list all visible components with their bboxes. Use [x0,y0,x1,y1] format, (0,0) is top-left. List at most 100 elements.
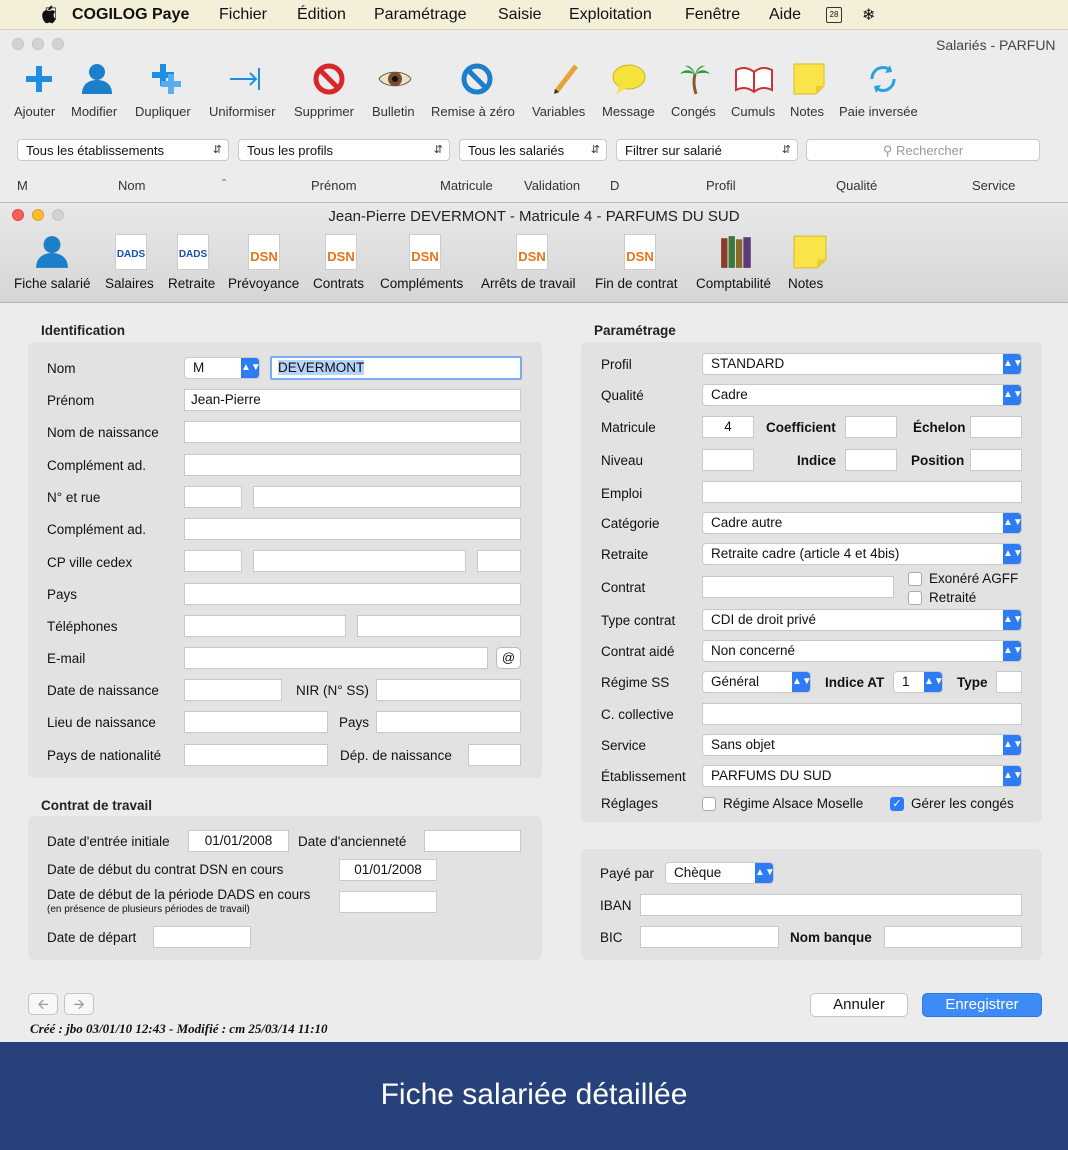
toolbar-remise[interactable]: Remise à zéro [431,104,515,119]
window-zoom-dot[interactable] [52,38,64,50]
col-prenom[interactable]: Prénom [311,178,357,193]
collective-input[interactable] [702,703,1022,725]
bic-input[interactable] [640,926,779,948]
tab-prevoyance[interactable]: Prévoyance [228,276,299,291]
service-select[interactable]: Sans objet ▲▼ [702,734,1022,756]
exonere-checkbox[interactable] [908,572,922,586]
employee-icon[interactable] [34,234,70,270]
toolbar-message[interactable]: Message [602,104,655,119]
message-icon[interactable] [612,62,646,96]
banque-input[interactable] [884,926,1022,948]
menu-fichier[interactable]: Fichier [219,6,267,24]
cp-input[interactable] [184,550,242,572]
menu-fenetre[interactable]: Fenêtre [685,6,740,24]
toolbar-cumuls[interactable]: Cumuls [731,104,775,119]
toolbar-conges[interactable]: Congés [671,104,716,119]
date-naissance-input[interactable] [184,679,282,701]
contrat-input[interactable] [702,576,894,598]
emploi-input[interactable] [702,481,1022,503]
apple-logo-icon[interactable] [40,5,56,24]
coefficient-input[interactable] [845,416,897,438]
type-input[interactable] [996,671,1022,693]
col-m[interactable]: M [17,178,28,193]
type-contrat-select[interactable]: CDI de droit privé ▲▼ [702,609,1022,631]
lieu-naissance-input[interactable] [184,711,328,733]
toolbar-paie-inversee[interactable]: Paie inversée [839,104,918,119]
col-service[interactable]: Service [972,178,1015,193]
indice-input[interactable] [845,449,897,471]
filter-salaries[interactable]: Tous les salariés ⇵ [459,139,607,161]
position-input[interactable] [970,449,1022,471]
profil-select[interactable]: STANDARD ▲▼ [702,353,1022,375]
tab-contrats[interactable]: Contrats [313,276,364,291]
col-profil[interactable]: Profil [706,178,736,193]
dsn-complements-icon[interactable]: DSN [409,234,441,270]
contrat-aide-select[interactable]: Non concerné ▲▼ [702,640,1022,662]
tab-retraite[interactable]: Retraite [168,276,215,291]
tab-fiche-salarie[interactable]: Fiche salarié [14,276,91,291]
ville-input[interactable] [253,550,466,572]
cedex-input[interactable] [477,550,521,572]
prenom-input[interactable]: Jean-Pierre [184,389,521,411]
dsn-fin-contrat-icon[interactable]: DSN [624,234,656,270]
toolbar-dupliquer[interactable]: Dupliquer [135,104,191,119]
toolbar-ajouter[interactable]: Ajouter [14,104,55,119]
col-matricule[interactable]: Matricule [440,178,493,193]
dads-retraite-icon[interactable]: DADS [177,234,209,270]
tab-salaires[interactable]: Salaires [105,276,154,291]
complement2-input[interactable] [184,518,521,540]
rue-input[interactable] [253,486,521,508]
add-icon[interactable] [22,62,56,96]
books-icon[interactable] [719,234,755,270]
col-validation[interactable]: Validation [524,178,580,193]
email-input[interactable] [184,647,488,669]
conges-checkbox[interactable]: ✓ [890,797,904,811]
menu-app[interactable]: COGILOG Paye [72,6,189,24]
matricule-input[interactable]: 4 [702,416,754,438]
nir-input[interactable] [376,679,521,701]
dsn-prevoyance-icon[interactable]: DSN [248,234,280,270]
pays-naissance-input[interactable] [376,711,521,733]
nom-input[interactable]: DEVERMONT [270,356,522,380]
next-button[interactable]: 🡪 [64,993,94,1015]
user-edit-icon[interactable] [80,62,114,96]
filter-profils[interactable]: Tous les profils ⇵ [238,139,450,161]
previous-button[interactable]: 🡨 [28,993,58,1015]
entree-input[interactable]: 01/01/2008 [188,830,289,852]
pays-input[interactable] [184,583,521,605]
menu-parametrage[interactable]: Paramétrage [374,6,467,24]
col-d[interactable]: D [610,178,619,193]
tab-complements[interactable]: Compléments [380,276,463,291]
uniformize-icon[interactable] [228,62,262,96]
tab-fin-contrat[interactable]: Fin de contrat [595,276,678,291]
pencil-icon[interactable] [548,62,582,96]
qualite-select[interactable]: Cadre ▲▼ [702,384,1022,406]
email-button[interactable]: @ [496,647,521,669]
reset-icon[interactable] [460,62,494,96]
toolbar-notes[interactable]: Notes [790,104,824,119]
telephone1-input[interactable] [184,615,346,637]
dep-naissance-input[interactable] [468,744,521,766]
civilite-select[interactable]: M ▲▼ [184,357,260,379]
filter-etablissements[interactable]: Tous les établissements ⇵ [17,139,229,161]
complement1-input[interactable] [184,454,521,476]
gear-flower-icon[interactable]: ❄ [862,5,875,25]
dsn-arrets-icon[interactable]: DSN [516,234,548,270]
toolbar-modifier[interactable]: Modifier [71,104,117,119]
notes-icon[interactable] [792,62,826,96]
window-minimize-dot[interactable] [32,38,44,50]
tab-notes[interactable]: Notes [788,276,823,291]
nom-naissance-input[interactable] [184,421,521,443]
regime-select[interactable]: Général ▲▼ [702,671,811,693]
reverse-pay-icon[interactable] [866,62,900,96]
col-nom[interactable]: Nom [118,178,145,193]
categorie-select[interactable]: Cadre autre ▲▼ [702,512,1022,534]
book-icon[interactable] [734,62,774,96]
toolbar-supprimer[interactable]: Supprimer [294,104,354,119]
cancel-button[interactable]: Annuler [810,993,908,1017]
iban-input[interactable] [640,894,1022,916]
window-close-dot[interactable] [12,38,24,50]
retraite-checkbox[interactable] [908,591,922,605]
anciennete-input[interactable] [424,830,521,852]
menu-edition[interactable]: Édition [297,6,346,24]
